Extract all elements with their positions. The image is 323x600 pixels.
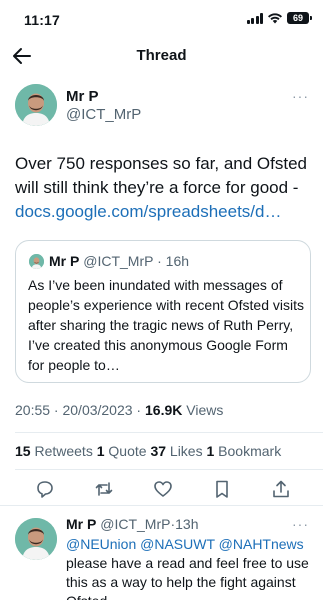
reply-icon[interactable]	[34, 478, 56, 500]
action-bar	[0, 478, 323, 502]
quotes-count[interactable]: 1	[97, 443, 105, 459]
more-options-icon[interactable]: ···	[292, 88, 309, 104]
status-icons: 69	[246, 12, 312, 24]
quote-text: As I’ve been inundated with messages of …	[28, 277, 304, 373]
bookmarks-label[interactable]: Bookmark	[214, 443, 281, 459]
quote-header: Mr P @ICT_MrP · 16h	[49, 253, 189, 269]
tweet-body: Over 750 responses so far, and Ofsted wi…	[15, 154, 307, 197]
reply-author-handle[interactable]: @ICT_MrP	[100, 516, 170, 532]
reply-time: 13h	[175, 516, 199, 532]
quote-time: 16h	[165, 253, 190, 269]
author-name[interactable]: Mr P	[66, 88, 99, 105]
tweet-timestamp: 20:55 · 20/03/2023 · 16.9K Views	[15, 402, 223, 418]
likes-label[interactable]: Likes	[166, 443, 206, 459]
divider	[0, 505, 323, 506]
quote-author-name: Mr P	[49, 253, 80, 269]
quote-author-handle: @ICT_MrP	[83, 253, 154, 269]
views-count: 16.9K	[145, 402, 183, 418]
divider	[15, 432, 323, 433]
engagement-stats: 15 Retweets 1 Quote 37 Likes 1 Bookmark	[15, 443, 281, 459]
avatar	[29, 254, 44, 269]
status-bar: 11:17 69	[0, 0, 323, 38]
retweets-label[interactable]: Retweets	[31, 443, 97, 459]
mention-link[interactable]: @NEUnion	[66, 536, 136, 552]
share-icon[interactable]	[270, 478, 292, 500]
battery-icon: 69	[287, 12, 312, 24]
like-icon[interactable]	[152, 478, 174, 500]
tweet-link[interactable]: docs.google.com/spreadsheets/d…	[15, 202, 282, 221]
status-time: 11:17	[24, 12, 61, 28]
retweet-icon[interactable]	[93, 478, 115, 500]
mention-link[interactable]: @NAHTnews	[219, 536, 304, 552]
tweet-text: Over 750 responses so far, and Ofsted wi…	[15, 152, 313, 224]
reply-body: please have a read and feel free to use …	[66, 555, 309, 600]
mention-link[interactable]: @NASUWT	[140, 536, 215, 552]
author-handle[interactable]: @ICT_MrP	[66, 106, 141, 123]
views-label: Views	[182, 402, 224, 418]
likes-count[interactable]: 37	[150, 443, 166, 459]
nav-bar: Thread	[0, 40, 323, 72]
avatar[interactable]	[15, 84, 57, 126]
timestamp-text: 20:55 · 20/03/2023 ·	[15, 402, 145, 418]
quotes-label[interactable]: Quote	[105, 443, 151, 459]
page-title: Thread	[136, 47, 187, 64]
quoted-tweet[interactable]: Mr P @ICT_MrP · 16h As I’ve been inundat…	[15, 240, 311, 383]
avatar[interactable]	[15, 518, 57, 560]
reply-text: @NEUnion @NASUWT @NAHTnews please have a…	[66, 535, 316, 600]
more-options-icon[interactable]: ···	[292, 516, 309, 532]
retweets-count[interactable]: 15	[15, 443, 31, 459]
reply-header: Mr P @ICT_MrP·13h	[66, 516, 198, 532]
bookmark-icon[interactable]	[211, 478, 233, 500]
quote-separator: ·	[157, 253, 162, 269]
signal-icon	[246, 12, 263, 24]
divider	[15, 469, 323, 470]
reply-author-name[interactable]: Mr P	[66, 516, 96, 532]
wifi-icon	[268, 13, 282, 24]
